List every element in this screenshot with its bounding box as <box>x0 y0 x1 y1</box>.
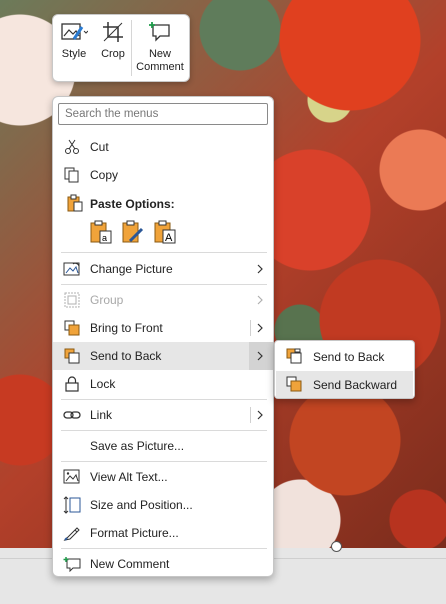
menu-separator <box>61 548 267 549</box>
menu-separator <box>61 252 267 253</box>
menu-item-label: Link <box>90 408 113 422</box>
send-backward-icon <box>286 376 304 394</box>
chevron-right-icon <box>255 292 265 308</box>
link-icon <box>63 406 81 424</box>
chevron-right-icon[interactable] <box>255 320 265 336</box>
menu-item-label: Lock <box>90 377 116 391</box>
menu-item-link[interactable]: Link <box>53 401 273 429</box>
menu-item-view-alt-text[interactable]: View Alt Text... <box>53 463 273 491</box>
menu-item-label: View Alt Text... <box>90 470 168 484</box>
menu-item-label: Save as Picture... <box>90 439 185 453</box>
new-comment-icon <box>63 555 81 573</box>
chevron-right-icon <box>255 348 265 364</box>
submenu-item-send-to-back[interactable]: Send to Back <box>276 343 413 370</box>
send-to-back-submenu: Send to Back Send Backward <box>274 340 415 399</box>
menu-item-lock[interactable]: Lock <box>53 370 273 398</box>
menu-separator <box>61 399 267 400</box>
group-icon <box>63 291 81 309</box>
mini-toolbar: Style Crop New Comment <box>52 14 190 82</box>
menu-item-label: Bring to Front <box>90 321 163 335</box>
svg-text:A: A <box>165 232 173 244</box>
menu-separator <box>61 284 267 285</box>
menu-item-change-picture[interactable]: Change Picture <box>53 255 273 283</box>
menu-item-send-to-back[interactable]: Send to Back <box>53 342 273 370</box>
chevron-right-icon[interactable] <box>255 407 265 423</box>
menu-search-input[interactable] <box>58 103 268 125</box>
menu-item-size-and-position[interactable]: Size and Position... <box>53 491 273 519</box>
menu-item-label: Send to Back <box>90 349 162 363</box>
send-to-back-icon <box>63 347 81 365</box>
resize-handle[interactable] <box>331 541 342 552</box>
format-picture-icon <box>63 524 81 542</box>
menu-item-label: Change Picture <box>90 262 173 276</box>
copy-icon <box>63 166 81 184</box>
paste-icon <box>67 194 83 215</box>
paste-options-heading: Paste Options: <box>90 197 175 211</box>
context-menu: Cut Copy Paste Options: a A Change Pictu… <box>52 96 274 577</box>
menu-item-new-comment[interactable]: New Comment <box>53 550 273 578</box>
crop-button[interactable]: Crop <box>95 15 131 75</box>
size-position-icon <box>63 496 81 514</box>
submenu-item-label: Send to Back <box>313 350 385 364</box>
menu-separator <box>61 430 267 431</box>
alt-text-icon <box>63 468 81 486</box>
bring-to-front-icon <box>63 319 81 337</box>
menu-item-format-picture[interactable]: Format Picture... <box>53 519 273 547</box>
new-comment-label-2: Comment <box>136 61 184 73</box>
menu-item-copy[interactable]: Copy <box>53 161 273 189</box>
paste-picture-icon[interactable] <box>121 219 145 245</box>
menu-item-cut[interactable]: Cut <box>53 133 273 161</box>
scissors-icon <box>63 138 81 156</box>
menu-item-label: Copy <box>90 168 119 182</box>
menu-item-save-as-picture[interactable]: Save as Picture... <box>53 432 273 460</box>
menu-separator <box>61 461 267 462</box>
style-icon <box>60 21 89 46</box>
menu-item-label: Format Picture... <box>90 526 179 540</box>
style-label: Style <box>61 48 87 60</box>
send-to-back-icon <box>286 348 304 366</box>
new-comment-icon <box>148 21 172 46</box>
submenu-item-label: Send Backward <box>313 378 398 392</box>
new-comment-label-1: New <box>148 48 171 60</box>
menu-item-label: Size and Position... <box>90 498 193 512</box>
submenu-item-send-backward[interactable]: Send Backward <box>276 371 413 398</box>
menu-item-label: Cut <box>90 140 109 154</box>
menu-item-group: Group <box>53 286 273 314</box>
paste-keep-source-icon[interactable]: a <box>89 219 113 245</box>
paste-text-only-icon[interactable]: A <box>153 219 177 245</box>
paste-options-row: a A <box>89 219 177 245</box>
menu-item-label: Group <box>90 293 124 307</box>
split-divider <box>250 407 251 423</box>
lock-icon <box>63 375 81 393</box>
style-button[interactable]: Style <box>53 15 95 75</box>
chevron-right-icon <box>255 261 265 277</box>
new-comment-button[interactable]: New Comment <box>132 15 188 75</box>
svg-text:a: a <box>102 233 107 243</box>
crop-icon <box>102 21 124 46</box>
crop-label: Crop <box>101 48 125 60</box>
menu-item-label: New Comment <box>90 557 170 571</box>
split-divider <box>250 320 251 336</box>
change-picture-icon <box>63 260 81 278</box>
menu-item-bring-to-front[interactable]: Bring to Front <box>53 314 273 342</box>
